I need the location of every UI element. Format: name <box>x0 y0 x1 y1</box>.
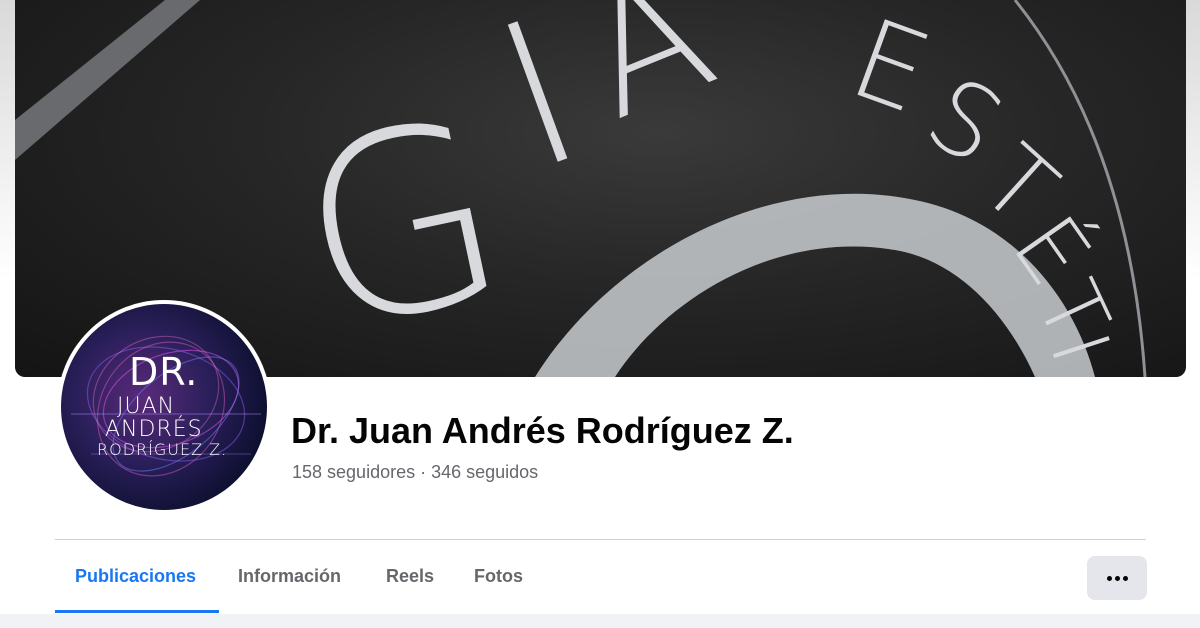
divider <box>55 539 1146 540</box>
active-tab-indicator <box>55 610 219 613</box>
more-options-button[interactable] <box>1087 556 1147 600</box>
avatar-text: JUAN <box>117 394 176 419</box>
avatar-text: ANDRÉS <box>105 417 203 442</box>
tab-informacion[interactable]: Información <box>238 566 341 587</box>
tab-fotos[interactable]: Fotos <box>474 566 523 587</box>
profile-name[interactable]: Dr. Juan Andrés Rodríguez Z. <box>291 410 794 452</box>
cover-letter: G <box>277 63 527 377</box>
avatar-text: RODRÍGUEZ Z. <box>97 440 228 459</box>
tab-publicaciones[interactable]: Publicaciones <box>75 566 196 587</box>
content-area-edge <box>0 614 1200 628</box>
avatar-text: DR. <box>129 350 199 394</box>
avatar[interactable]: DR. JUAN ANDRÉS RODRÍGUEZ Z. <box>61 304 267 510</box>
cover-letter: E <box>836 0 945 138</box>
follower-stats[interactable]: 158 seguidores · 346 seguidos <box>292 462 538 483</box>
ellipsis-icon <box>1105 575 1129 581</box>
tab-reels[interactable]: Reels <box>386 566 434 587</box>
